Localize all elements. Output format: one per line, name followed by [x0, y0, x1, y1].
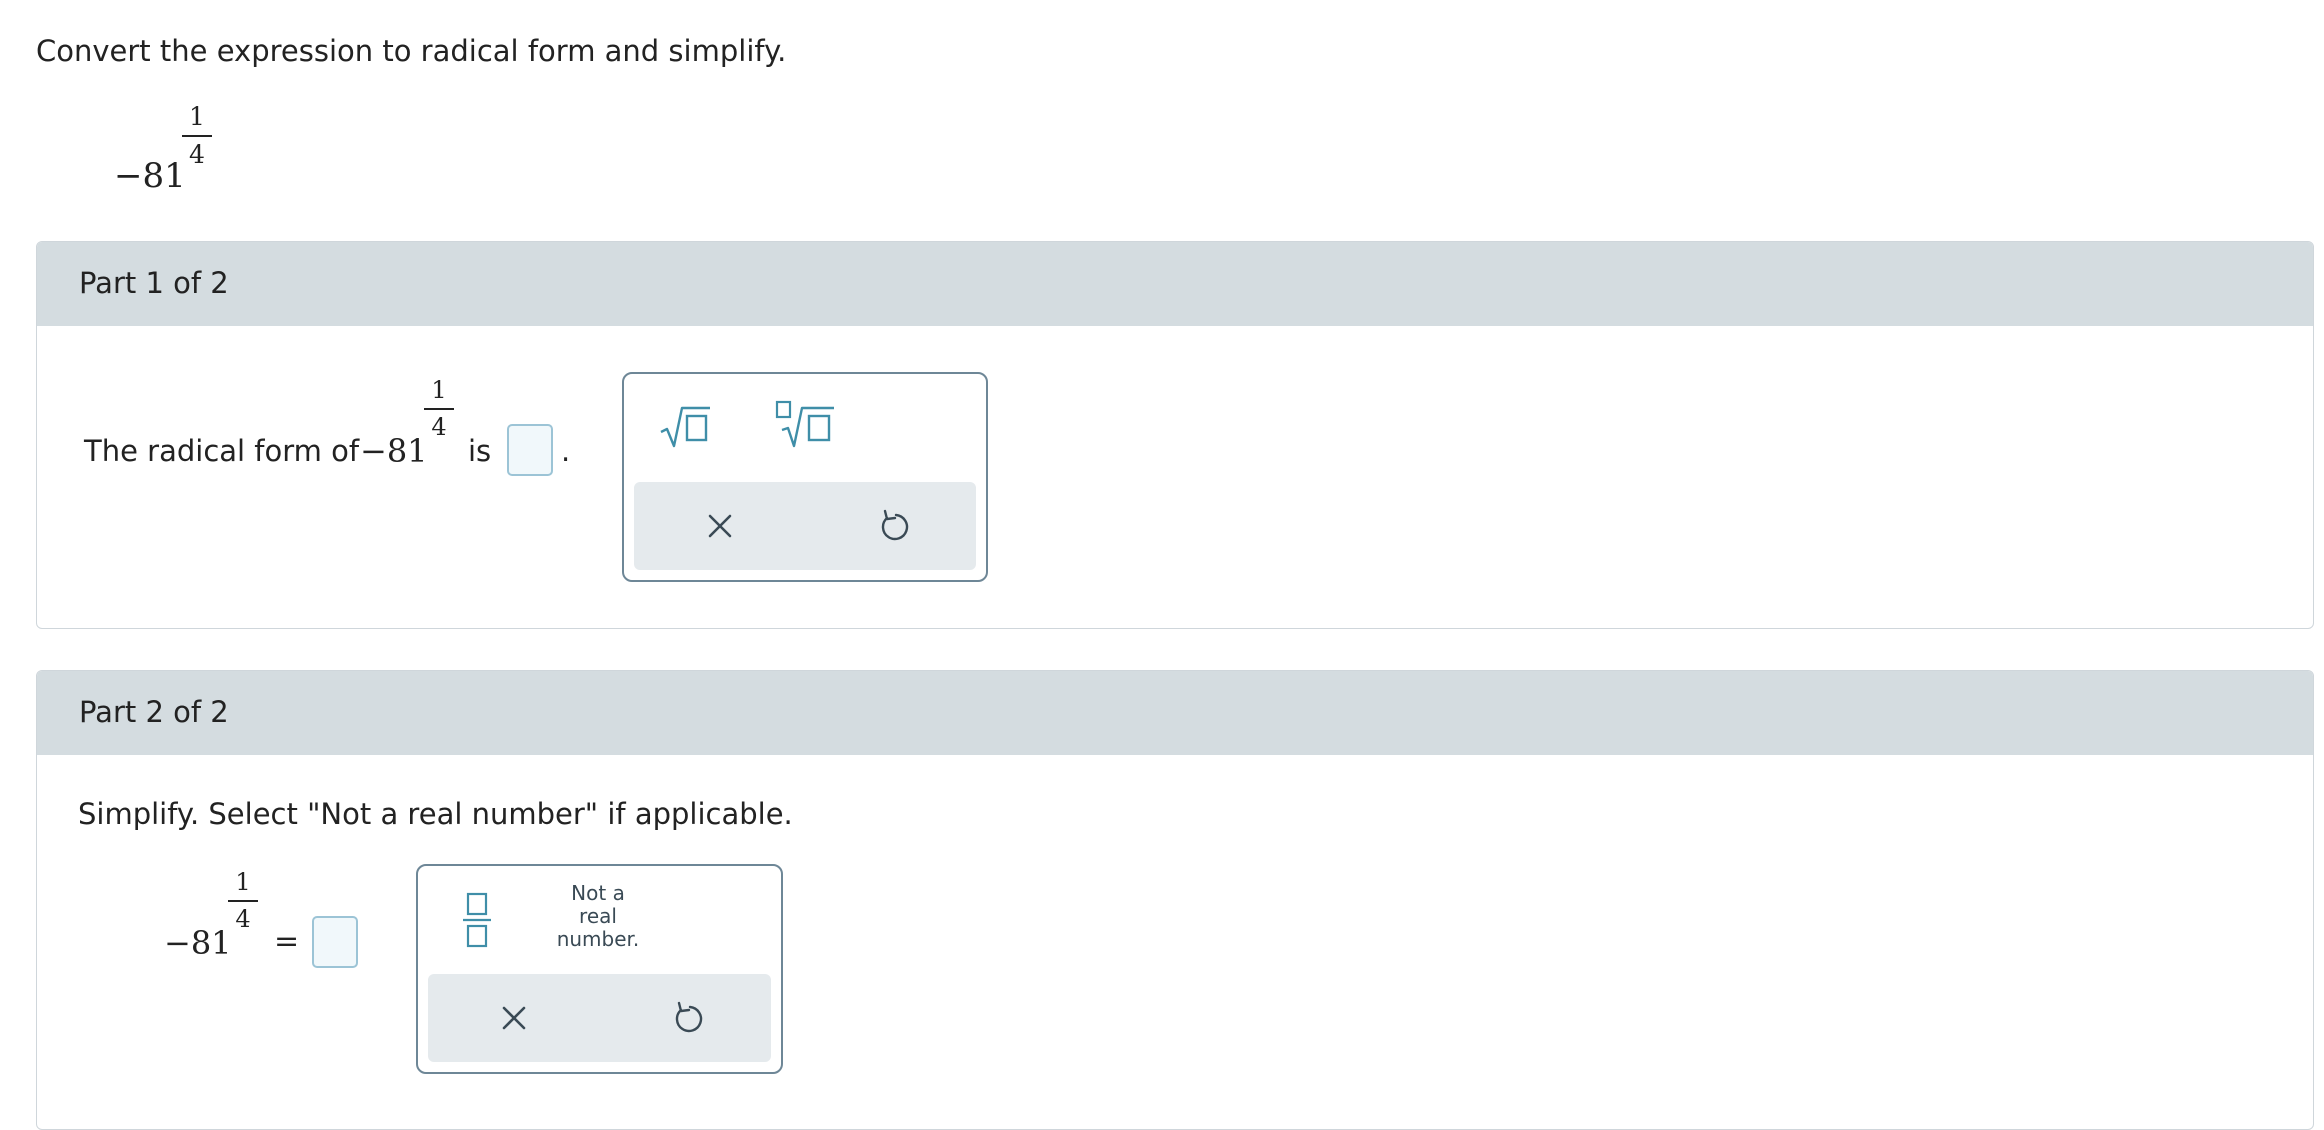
part-2-title: Part 2 of 2: [79, 695, 229, 729]
part-2-equals-sign: =: [274, 924, 300, 959]
part-1-undo-button[interactable]: [874, 506, 914, 546]
part-2-fraction-bar: [228, 900, 258, 902]
part-1-expression-base: −81: [360, 432, 428, 470]
part-2-expression-base: −81: [164, 924, 232, 962]
problem-prompt: Convert the expression to radical form a…: [36, 34, 787, 68]
part-1-clear-button[interactable]: [702, 508, 738, 544]
not-real-line-2: real: [579, 904, 617, 928]
not-a-real-number-button[interactable]: Not a real number.: [538, 882, 658, 954]
part-2-exponent: 1 4: [228, 870, 258, 931]
part-2-palette-actions: [428, 974, 771, 1062]
fraction-bar: [182, 135, 212, 137]
part-1-header: Part 1 of 2: [37, 242, 2313, 326]
main-expression: −81 1 4: [114, 100, 224, 200]
part-1-sentence-is: is: [468, 434, 492, 468]
nth-root-icon: [775, 400, 834, 448]
part-2-undo-button[interactable]: [668, 998, 708, 1038]
part-2-exponent-numerator: 1: [235, 868, 251, 896]
square-root-button[interactable]: [658, 402, 714, 454]
part-1-sentence-period: .: [561, 434, 571, 468]
part-1-expression: −81 1 4: [360, 376, 460, 476]
not-real-line-1: Not a: [571, 881, 625, 905]
part-1-sentence-before: The radical form of: [84, 434, 360, 468]
fraction-button[interactable]: [462, 890, 492, 950]
part-1-exponent-denominator: 4: [431, 413, 447, 441]
part-2-header: Part 2 of 2: [37, 671, 2313, 755]
undo-icon: [881, 509, 909, 541]
part-1-exponent-numerator: 1: [431, 376, 447, 404]
part-1-palette-actions: [634, 482, 976, 570]
part-1-title: Part 1 of 2: [79, 266, 229, 300]
close-icon: [708, 514, 732, 538]
exponent-numerator: 1: [189, 102, 205, 131]
part-2-math-palette: Not a real number.: [416, 864, 783, 1074]
undo-icon: [675, 1001, 703, 1033]
part-1-fraction-bar: [424, 408, 454, 410]
part-2-clear-button[interactable]: [496, 1000, 532, 1036]
close-icon: [502, 1006, 526, 1030]
exponent-denominator: 4: [189, 140, 205, 169]
fraction-icon: [463, 892, 491, 948]
part-1-answer-input[interactable]: [507, 424, 553, 476]
expression-exponent: 1 4: [182, 104, 212, 167]
part-1-exponent: 1 4: [424, 378, 454, 439]
not-a-real-number-label: Not a real number.: [538, 882, 658, 951]
expression-base: −81: [114, 156, 186, 196]
square-root-icon: [660, 406, 710, 448]
part-2-expression: −81 1 4: [164, 868, 264, 968]
nth-root-button[interactable]: [774, 400, 840, 454]
part-2-panel: Part 2 of 2: [36, 670, 2314, 1130]
part-2-exponent-denominator: 4: [235, 905, 251, 933]
part-2-instruction: Simplify. Select "Not a real number" if …: [78, 797, 793, 831]
part-1-math-palette: [622, 372, 988, 582]
part-2-answer-input[interactable]: [312, 916, 358, 968]
not-real-line-3: number.: [556, 927, 640, 951]
